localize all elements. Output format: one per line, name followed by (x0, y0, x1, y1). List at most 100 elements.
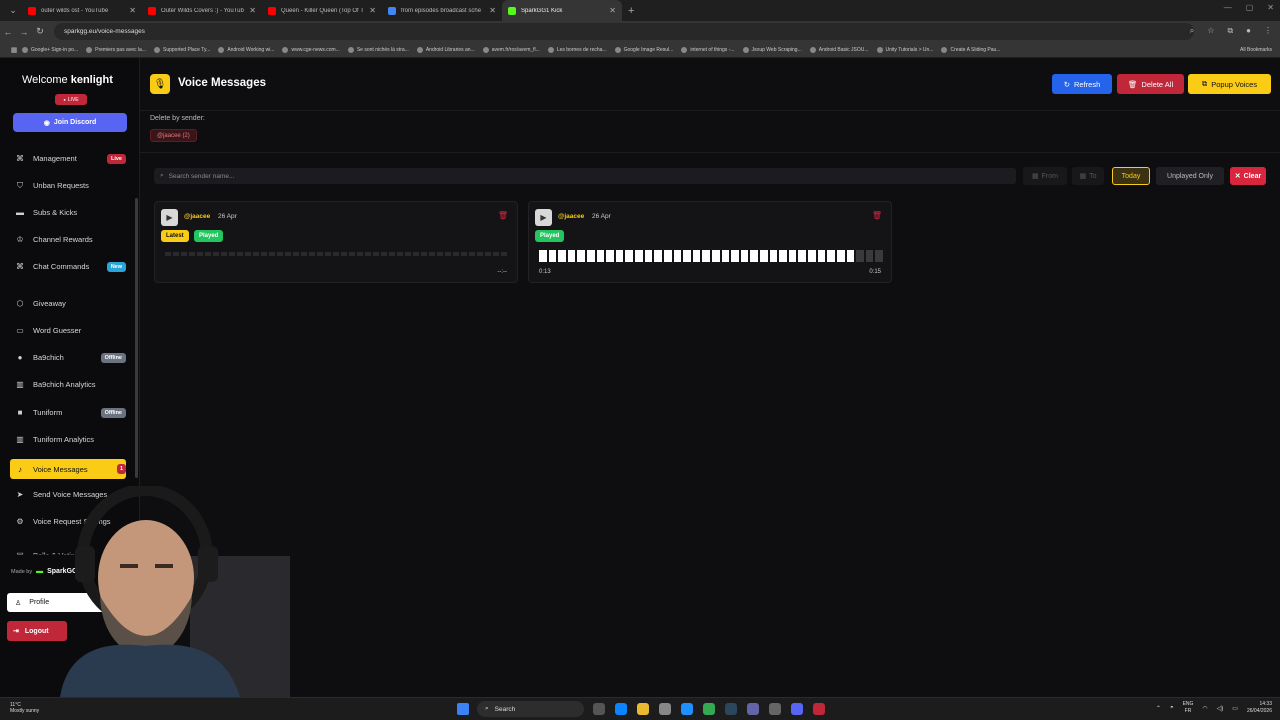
bookmark-item[interactable]: Google Image Resul... (614, 46, 673, 53)
maximize-icon[interactable]: ▢ (1246, 3, 1254, 12)
network-icon[interactable]: ◓ (1170, 705, 1174, 711)
close-tab-icon[interactable]: ✕ (129, 6, 136, 15)
sidebar-item-tuniform[interactable]: ■ Tuniform Offline (10, 407, 126, 418)
delete-all-button[interactable]: 🗑 Delete All (1117, 74, 1184, 94)
bookmark-item[interactable]: Android Working wi... (218, 46, 274, 53)
url-input[interactable]: sparkgg.eu/voice-messages (54, 23, 1194, 40)
sidebar-item-ba9chich-analytics[interactable]: ▥ Ba9chich Analytics (10, 379, 126, 390)
apps-icon[interactable]: ▦ (6, 46, 22, 54)
clear-label: Clear (1243, 172, 1262, 180)
profile-avatar-icon[interactable]: ● (1246, 26, 1251, 36)
from-date-button[interactable]: ▦ From (1023, 167, 1067, 185)
card-sender[interactable]: @jaacee (184, 213, 210, 220)
bookmark-item[interactable]: Se sont nichés là stra... (347, 46, 409, 53)
store-icon[interactable] (659, 703, 671, 715)
chrome-icon[interactable] (703, 703, 715, 715)
bookmark-item[interactable]: Google+ Sign-in po... (22, 46, 78, 53)
windows-start-icon[interactable] (457, 703, 469, 715)
sidebar-item-management[interactable]: ⌘ Management Live (10, 153, 126, 164)
sidebar-item-voice-messages[interactable]: ♪ Voice Messages 1 (10, 459, 126, 479)
app-icon[interactable] (769, 703, 781, 715)
close-tab-icon[interactable]: ✕ (249, 6, 256, 15)
close-tab-icon[interactable]: ✕ (489, 6, 496, 15)
bookmark-item[interactable]: Les bornes de recha... (547, 46, 607, 53)
clear-filters-button[interactable]: ✕ Clear (1230, 167, 1266, 185)
zoom-icon[interactable]: ⌕ (1190, 26, 1194, 36)
copilot-icon[interactable] (615, 703, 627, 715)
wifi-icon[interactable]: ◠ (1202, 705, 1207, 712)
close-tab-icon[interactable]: ✕ (609, 6, 616, 15)
discord-icon[interactable] (791, 703, 803, 715)
weather-widget[interactable]: 11°C Mostly sunny (10, 702, 39, 714)
browser-tab[interactable]: outer wilds ost - YouTube ✕ (22, 0, 142, 21)
sidebar-item-unban-requests[interactable]: ⛉ Unban Requests (10, 180, 126, 191)
outlook-icon[interactable] (681, 703, 693, 715)
steam-icon[interactable] (725, 703, 737, 715)
new-tab-button[interactable]: + (628, 5, 634, 17)
bookmark-item[interactable]: internet of things -... (681, 46, 735, 53)
browser-tab[interactable]: Outer Wilds Covers :) - YouTub ✕ (142, 0, 262, 21)
refresh-button[interactable]: ↻ Refresh (1052, 74, 1112, 94)
sidebar-item-channel-rewards[interactable]: ♔ Channel Rewards (10, 234, 126, 245)
bookmark-label: Premiers pas avec la... (95, 46, 146, 53)
bookmark-item[interactable]: Jsoup Web Scraping... (742, 46, 802, 53)
sidebar-item-word-guesser[interactable]: ▭ Word Guesser (10, 325, 126, 336)
teams-icon[interactable] (747, 703, 759, 715)
bookmark-item[interactable]: avem.fr/ros/avem_fl... (482, 46, 540, 53)
sidebar-item-subs-kicks[interactable]: ▬ Subs & Kicks (10, 207, 126, 218)
waveform-progress[interactable] (539, 250, 883, 262)
search-sender-input[interactable]: ⌕ Search sender name... (154, 168, 1016, 184)
popup-voices-button[interactable]: ⧉ Popup Voices (1188, 74, 1271, 94)
card-sender[interactable]: @jaacee (558, 213, 584, 220)
waveform-bar (635, 250, 643, 262)
bookmark-item[interactable]: Android Basic JSOU... (809, 46, 869, 53)
sidebar-scrollbar[interactable] (135, 198, 138, 478)
tab-title: SparkGG1 Kick (521, 7, 563, 14)
language-indicator[interactable]: ENG FR (1183, 701, 1194, 715)
today-filter-button[interactable]: Today (1112, 167, 1150, 185)
browser-tab[interactable]: from episodes broadcast sche ✕ (382, 0, 502, 21)
bookmark-item[interactable]: Supported Place Ty... (153, 46, 210, 53)
battery-icon[interactable]: ▭ (1232, 705, 1238, 712)
forward-icon[interactable]: → (16, 27, 32, 37)
all-bookmarks-link[interactable]: All Bookmarks (1240, 47, 1272, 53)
waveform-placeholder[interactable] (165, 252, 509, 256)
back-icon[interactable]: ← (0, 27, 16, 37)
to-date-button[interactable]: ▦ To (1072, 167, 1104, 185)
close-tab-icon[interactable]: ✕ (369, 6, 376, 15)
extensions-icon[interactable]: ⧉ (1227, 26, 1233, 36)
volume-icon[interactable]: ◁) (1217, 705, 1224, 712)
task-view-icon[interactable] (593, 703, 605, 715)
bookmark-item[interactable]: Premiers pas avec la... (86, 46, 146, 53)
bookmark-star-icon[interactable]: ☆ (1207, 26, 1214, 36)
sidebar-item-chat-commands[interactable]: ⌘ Chat Commands New (10, 261, 126, 272)
nav-icon: ⬡ (16, 299, 24, 308)
delete-message-icon[interactable]: 🗑 (872, 211, 882, 220)
taskbar-apps (593, 703, 825, 715)
tab-search-icon[interactable]: ⌄ (4, 0, 22, 21)
delete-message-icon[interactable]: 🗑 (498, 211, 508, 220)
sidebar-item-tuniform-analytics[interactable]: ▥ Tuniform Analytics (10, 434, 126, 445)
bookmark-item[interactable]: Android Libraries an... (416, 46, 475, 53)
reload-icon[interactable]: ↻ (32, 26, 48, 37)
unplayed-only-button[interactable]: Unplayed Only (1156, 167, 1224, 185)
bookmark-item[interactable]: www.cge-news.com... (282, 46, 340, 53)
bookmark-item[interactable]: Unity Tutorials > Un... (876, 46, 933, 53)
join-discord-button[interactable]: ◉ Join Discord (13, 113, 127, 132)
sidebar-item-ba9chich[interactable]: ● Ba9chich Offline (10, 352, 126, 363)
sender-chip[interactable]: @jaacee (2) (150, 129, 197, 142)
play-button[interactable]: ▶ (161, 209, 178, 226)
close-window-icon[interactable]: ✕ (1267, 3, 1274, 12)
play-button[interactable]: ▶ (535, 209, 552, 226)
file-explorer-icon[interactable] (637, 703, 649, 715)
taskbar-search[interactable]: ⌕ Search (477, 701, 584, 717)
bookmark-item[interactable]: Create A Sliding Pau... (941, 46, 1001, 53)
minimize-icon[interactable]: — (1224, 3, 1232, 12)
chevron-up-icon[interactable]: ⌃ (1156, 705, 1161, 712)
menu-icon[interactable]: ⋮ (1264, 26, 1272, 36)
browser-tab[interactable]: SparkGG1 Kick ✕ (502, 0, 622, 21)
obs-icon[interactable] (813, 703, 825, 715)
browser-tab[interactable]: Queen - Killer Queen (Top Of T ✕ (262, 0, 382, 21)
clock[interactable]: 14:33 26/04/2026 (1247, 701, 1272, 715)
sidebar-item-giveaway[interactable]: ⬡ Giveaway (10, 298, 126, 309)
